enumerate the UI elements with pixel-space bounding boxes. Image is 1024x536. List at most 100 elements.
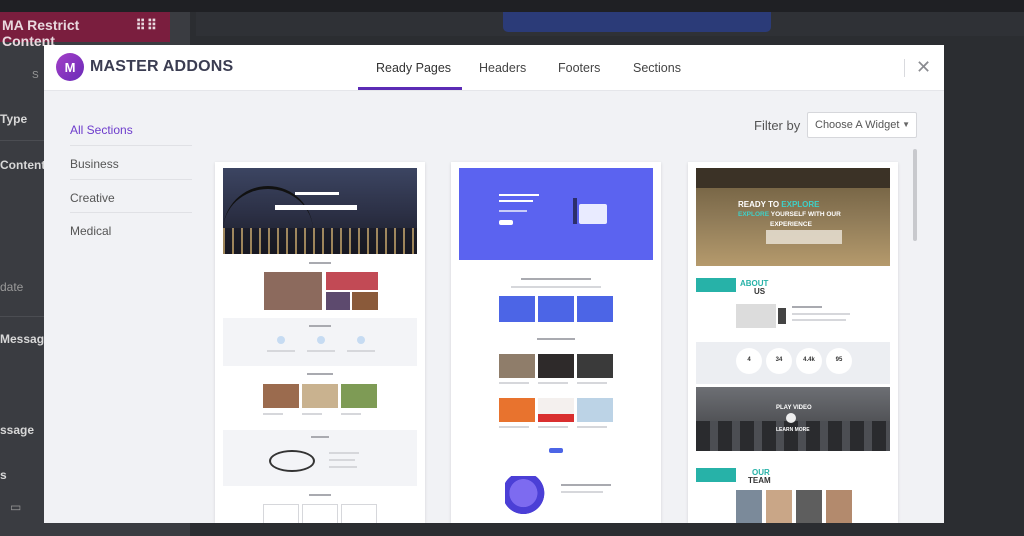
preview-text [329,466,357,468]
preview-price-box [302,504,338,523]
preview-text [499,382,529,384]
hero-accent: EXPLORE [738,211,770,218]
template-card-creative[interactable]: READY TO EXPLORE EXPLORE YOURSELF WITH O… [688,162,898,523]
preview-illustration [505,476,551,514]
preview-heading [309,262,331,264]
preview-city-lights [223,228,417,254]
preview-heading [311,436,329,438]
preview-image [326,272,378,290]
editor-label-s: s [0,468,7,482]
hero-line: EXPERIENCE [770,221,812,228]
preview-text [499,426,529,428]
preview-laptop [579,204,607,224]
hero-line: YOURSELF WITH OUR [770,211,841,218]
preview-video-section: PLAY VIDEO LEARN MORE [696,387,890,451]
preview-image [302,384,338,408]
preview-hero-text: EXPLORE YOURSELF WITH OUR [738,211,841,218]
divider [0,140,44,141]
preview-text [263,413,283,415]
editor-preview-tab [503,12,771,32]
preview-feature-box [577,296,613,322]
preview-text [792,319,846,321]
template-card-business[interactable] [215,162,425,523]
sidebar-item-business[interactable]: Business [70,157,119,171]
preview-image [577,398,613,422]
preview-text [577,426,607,428]
preview-text [302,413,322,415]
preview-stat: 4 [736,348,762,374]
preview-heading [561,484,611,486]
preview-street [696,421,890,451]
preview-heading [537,338,575,340]
preview-teal-bar [696,468,736,482]
preview-text [577,382,607,384]
editor-stub-label: S [32,70,39,81]
hero-accent: EXPLORE [781,200,820,209]
tab-footers[interactable]: Footers [558,61,600,75]
preview-text [347,350,375,352]
preview-hero-image: READY TO EXPLORE EXPLORE YOURSELF WITH O… [696,168,890,266]
preview-team-sub: TEAM [748,476,771,485]
preview-section [223,430,417,486]
preview-heading [309,325,331,327]
play-icon [786,413,796,423]
preview-stat: 95 [826,348,852,374]
preview-feature-box [538,296,574,322]
editor-panel-header: MA Restrict Content ⠿⠿ [0,12,170,49]
tab-sections[interactable]: Sections [633,61,681,75]
editor-topbar [0,0,1024,12]
preview-heading [309,494,331,496]
logo-letter: M [64,59,76,75]
scrollbar[interactable] [913,149,917,241]
preview-image [264,272,322,310]
preview-heading [521,278,591,280]
preview-image [341,384,377,408]
preview-hero-image [223,168,417,254]
preview-text [511,286,601,288]
sidebar-item-creative[interactable]: Creative [70,191,115,205]
hero-line: READY TO [738,200,780,209]
preview-text [307,350,335,352]
preview-hero-text: READY TO EXPLORE [738,200,820,209]
sidebar-item-all-sections[interactable]: All Sections [70,123,133,137]
preview-image [736,304,776,328]
filter-value: Choose A Widget [815,119,900,131]
master-addons-logo: M [56,53,84,81]
tab-ready-pages[interactable]: Ready Pages [376,61,451,75]
brand-name: MASTER ADDONS [90,58,234,75]
sidebar-item-medical[interactable]: Medical [70,224,111,238]
preview-team-photo [796,490,822,523]
divider [0,316,44,317]
preview-image [352,292,378,310]
preview-feature-box [499,296,535,322]
chevron-down-icon: ▼ [902,120,910,129]
preview-heading [792,306,822,308]
widget-filter-select[interactable]: Choose A Widget ▼ [807,112,917,138]
preview-text [329,452,359,454]
divider [70,145,192,146]
editor-panel-title: MA Restrict Content [2,17,80,49]
template-preview [459,168,653,523]
tab-headers[interactable]: Headers [479,61,526,75]
preview-heading [307,373,333,375]
preview-icon [357,336,365,344]
preview-stats-section [696,342,890,384]
editor-label-content: Content [0,158,46,172]
preview-person [573,198,577,224]
close-icon[interactable]: ✕ [916,57,931,77]
preview-image [778,308,786,324]
grid-icon[interactable]: ⠿⠿ [135,17,158,42]
divider [70,179,192,180]
template-card-learning[interactable] [451,162,661,523]
monitor-icon[interactable]: ▭ [10,500,32,516]
divider [70,212,192,213]
preview-image [538,398,574,422]
editor-label-type: Type [0,112,28,126]
preview-text [561,491,603,493]
preview-image [499,398,535,422]
template-preview: READY TO EXPLORE EXPLORE YOURSELF WITH O… [696,168,890,523]
modal-header: M MASTER ADDONS Ready Pages Headers Foot… [44,45,944,91]
active-tab-indicator [358,87,462,90]
preview-text [538,382,568,384]
preview-image [577,354,613,378]
